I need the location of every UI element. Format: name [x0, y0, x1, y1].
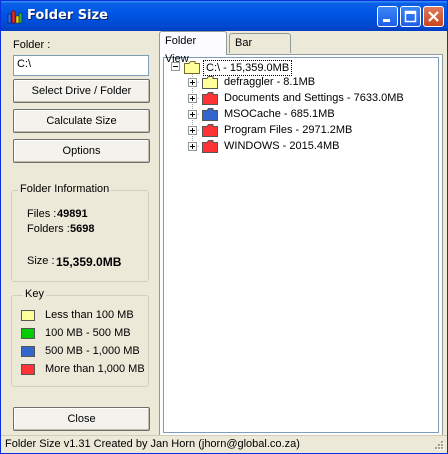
options-button[interactable]: Options [13, 139, 150, 163]
expand-icon[interactable] [188, 78, 197, 87]
folder-shape [202, 124, 218, 137]
tree-item[interactable]: MSOCache - 685.1MB [164, 107, 438, 123]
close-window-button[interactable] [423, 6, 444, 27]
close-icon [428, 11, 439, 22]
folder-path-input[interactable]: C:\ [13, 55, 149, 76]
folder-size-window: Folder Size Folder : C:\ Select Drive / … [0, 0, 448, 454]
app-icon [7, 10, 23, 24]
tree-root-row[interactable]: C:\ - 15,359.0MB [164, 59, 438, 76]
key-label-small: Less than 100 MB [45, 309, 134, 321]
key-label-large: 500 MB - 1,000 MB [45, 345, 140, 357]
folder-icon [202, 140, 218, 153]
tree-item[interactable]: WINDOWS - 2015.4MB [164, 139, 438, 155]
title-bar[interactable]: Folder Size [1, 1, 447, 31]
key-swatch-small [21, 310, 35, 321]
status-bar: Folder Size v1.31 Created by Jan Horn (j… [1, 435, 447, 453]
folder-label: Folder : [13, 39, 51, 51]
size-value: 15,359.0MB [56, 255, 122, 269]
select-drive-folder-button[interactable]: Select Drive / Folder [13, 79, 150, 103]
tree-item-label[interactable]: defraggler - 8.1MB [224, 75, 315, 89]
size-label: Size : [27, 255, 55, 267]
key-label-medium: 100 MB - 500 MB [45, 327, 131, 339]
tree-item-label[interactable]: MSOCache - 685.1MB [224, 107, 335, 121]
key-swatch-large [21, 346, 35, 357]
files-value: 49891 [57, 208, 88, 220]
key-title: Key [23, 288, 46, 300]
minimize-button[interactable] [377, 6, 398, 27]
tree-item[interactable]: Program Files - 2971.2MB [164, 123, 438, 139]
folder-icon [202, 108, 218, 121]
folder-shape [202, 108, 218, 121]
tree-item[interactable]: Documents and Settings - 7633.0MB [164, 91, 438, 107]
folder-icon [202, 124, 218, 137]
tree-item-label[interactable]: WINDOWS - 2015.4MB [224, 139, 340, 153]
folder-icon [202, 76, 218, 89]
maximize-icon [404, 10, 417, 23]
calculate-size-button[interactable]: Calculate Size [13, 109, 150, 133]
expand-icon[interactable] [188, 142, 197, 151]
expand-icon[interactable] [188, 110, 197, 119]
expand-icon[interactable] [188, 94, 197, 103]
close-button[interactable]: Close [13, 407, 150, 431]
maximize-button[interactable] [400, 6, 421, 27]
folders-label: Folders : [27, 223, 70, 235]
folder-shape [202, 92, 218, 105]
tree-item-label[interactable]: Documents and Settings - 7633.0MB [224, 91, 404, 105]
key-swatch-medium [21, 328, 35, 339]
resize-grip-icon[interactable] [433, 439, 445, 451]
tree-item[interactable]: defraggler - 8.1MB [164, 75, 438, 91]
files-label: Files : [27, 208, 57, 220]
tree-root-label[interactable]: C:\ - 15,359.0MB [203, 60, 293, 76]
folder-shape [202, 140, 218, 153]
key-label-huge: More than 1,000 MB [45, 363, 145, 375]
folders-value: 5698 [70, 223, 95, 235]
tree-item-label[interactable]: Program Files - 2971.2MB [224, 123, 352, 137]
folder-icon [202, 92, 218, 105]
folder-info-title: Folder Information [18, 183, 112, 195]
tab-bar-graphs[interactable]: Bar Graphs [229, 33, 291, 67]
folder-shape [202, 76, 218, 89]
status-text: Folder Size v1.31 Created by Jan Horn (j… [5, 438, 300, 450]
folder-tree[interactable]: C:\ - 15,359.0MB defraggler - 8.1MB Docu… [163, 57, 439, 433]
key-swatch-huge [21, 364, 35, 375]
window-title: Folder Size [27, 8, 109, 23]
expand-icon[interactable] [188, 126, 197, 135]
tab-folder-view[interactable]: Folder View [159, 31, 227, 65]
minimize-icon [383, 19, 390, 22]
